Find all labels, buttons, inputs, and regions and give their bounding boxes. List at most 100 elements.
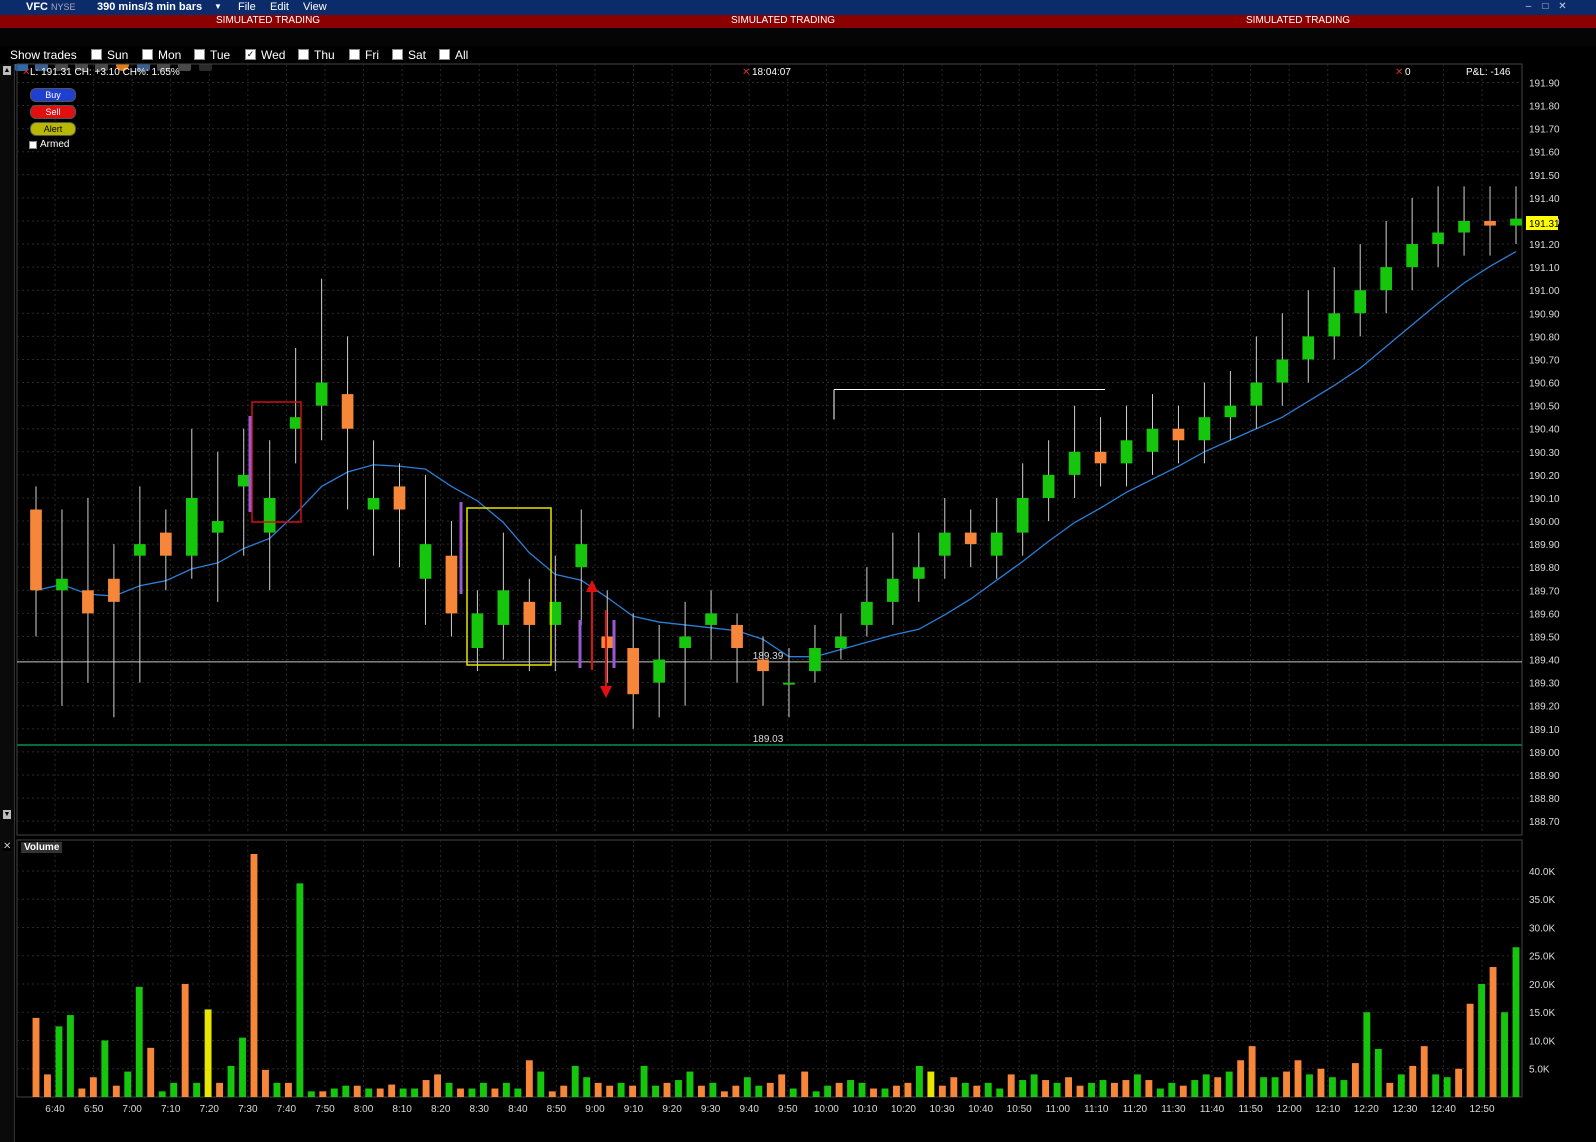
candle-body bbox=[393, 486, 406, 510]
volume-bar bbox=[1363, 1012, 1371, 1097]
volume-bar bbox=[1443, 1077, 1451, 1097]
volume-bar bbox=[250, 854, 258, 1097]
volume-bar bbox=[468, 1088, 476, 1097]
price-tick-label: 191.00 bbox=[1529, 286, 1560, 297]
price-tick-label: 191.40 bbox=[1529, 194, 1560, 205]
last-price-label: 191.31 bbox=[1529, 219, 1560, 230]
time-tick-label: 11:10 bbox=[1084, 1104, 1109, 1115]
time-tick-label: 6:40 bbox=[45, 1104, 65, 1115]
volume-bar bbox=[319, 1091, 327, 1097]
time-tick-label: 12:40 bbox=[1431, 1104, 1456, 1115]
volume-bar bbox=[1202, 1074, 1210, 1097]
price-tick-label: 190.50 bbox=[1529, 402, 1560, 413]
armed-label: Armed bbox=[40, 139, 70, 150]
volume-bar bbox=[1042, 1080, 1050, 1097]
volume-tick-label: 5.0K bbox=[1529, 1065, 1550, 1076]
volume-bar bbox=[583, 1077, 591, 1097]
volume-bar bbox=[514, 1088, 522, 1097]
sell-button[interactable]: Sell bbox=[30, 105, 76, 119]
volume-bar bbox=[1374, 1048, 1382, 1097]
price-tick-label: 190.10 bbox=[1529, 494, 1560, 505]
volume-tick-label: 30.0K bbox=[1529, 923, 1555, 934]
volume-bar bbox=[1007, 1074, 1015, 1097]
volume-bar bbox=[697, 1085, 705, 1097]
candle-body bbox=[1068, 451, 1081, 475]
time-tick-label: 8:20 bbox=[431, 1104, 451, 1115]
volume-bar bbox=[1248, 1046, 1256, 1097]
position-close-icon[interactable]: ✕ bbox=[1395, 67, 1403, 78]
volume-bar bbox=[789, 1088, 797, 1097]
candle-body bbox=[1302, 336, 1315, 360]
volume-bar bbox=[1088, 1082, 1095, 1097]
candle-body bbox=[108, 578, 120, 602]
candle-body bbox=[497, 590, 510, 625]
candle-body bbox=[263, 497, 276, 533]
candle-body bbox=[1016, 497, 1029, 533]
time-tick-label: 12:00 bbox=[1277, 1104, 1302, 1115]
volume-bar bbox=[1432, 1074, 1440, 1097]
candle-body bbox=[523, 601, 536, 625]
candle-body bbox=[1458, 220, 1470, 233]
volume-bar bbox=[1237, 1060, 1245, 1097]
quote-info: L: 191.31 CH: +3.10 CH%: 1.65% bbox=[30, 67, 180, 78]
volume-bar bbox=[938, 1085, 946, 1097]
time-tick-label: 8:00 bbox=[354, 1104, 374, 1115]
volume-bar bbox=[709, 1082, 717, 1097]
time-tick-label: 12:50 bbox=[1469, 1104, 1494, 1115]
price-tick-label: 191.10 bbox=[1529, 263, 1560, 274]
volume-bar bbox=[801, 1071, 809, 1097]
close-x-icon[interactable]: ✕ bbox=[22, 67, 30, 78]
time-tick-label: 7:30 bbox=[238, 1104, 258, 1115]
volume-bar bbox=[135, 986, 143, 1097]
volume-bar bbox=[1283, 1071, 1290, 1097]
candle-body bbox=[1510, 218, 1522, 226]
volume-bar bbox=[1168, 1082, 1176, 1097]
volume-bar bbox=[388, 1084, 396, 1097]
volume-bar bbox=[1397, 1074, 1405, 1097]
volume-bar bbox=[1156, 1088, 1164, 1097]
volume-bar bbox=[55, 1026, 63, 1097]
candle-body bbox=[30, 509, 42, 591]
price-tick-label: 188.70 bbox=[1529, 817, 1560, 828]
volume-bar bbox=[216, 1082, 224, 1097]
volume-bar bbox=[1133, 1074, 1141, 1097]
volume-bar bbox=[617, 1082, 625, 1097]
buy-button[interactable]: Buy bbox=[30, 88, 76, 102]
volume-tick-label: 25.0K bbox=[1529, 952, 1555, 963]
armed-checkbox[interactable] bbox=[29, 141, 37, 149]
volume-bar bbox=[984, 1082, 992, 1097]
volume-bar bbox=[594, 1082, 602, 1097]
volume-bar bbox=[732, 1085, 740, 1097]
price-tick-label: 191.50 bbox=[1529, 171, 1560, 182]
volume-bar bbox=[491, 1088, 499, 1097]
level-label: 189.03 bbox=[753, 734, 784, 745]
volume-bar bbox=[950, 1077, 958, 1097]
time-tick-label: 11:00 bbox=[1046, 1104, 1071, 1115]
volume-bar bbox=[227, 1065, 235, 1097]
volume-bar bbox=[1455, 1068, 1463, 1097]
clock-time: 18:04:07 bbox=[752, 67, 791, 78]
candle-body bbox=[211, 521, 224, 533]
volume-bar bbox=[961, 1082, 969, 1097]
time-tick-label: 7:00 bbox=[122, 1104, 142, 1115]
annotations-layer bbox=[248, 401, 616, 698]
time-tick-label: 9:50 bbox=[778, 1104, 798, 1115]
candle-body bbox=[861, 601, 873, 625]
volume-bar bbox=[101, 1040, 109, 1097]
candle-body bbox=[887, 578, 899, 602]
chart-canvas[interactable]: 191.90 191.80 191.70 191.60 191.50 191.40 191.… bbox=[0, 0, 1596, 1142]
volume-tick-label: 20.0K bbox=[1529, 980, 1555, 991]
time-tick-label: 8:30 bbox=[470, 1104, 490, 1115]
candle-body bbox=[575, 544, 588, 568]
volume-bar bbox=[457, 1088, 464, 1097]
volume-bar bbox=[835, 1082, 843, 1097]
candle-body bbox=[809, 648, 821, 672]
candle-body bbox=[1380, 267, 1393, 291]
volume-bar bbox=[629, 1085, 637, 1097]
pnl-value: P&L: -146 bbox=[1466, 67, 1511, 78]
candle-body bbox=[1146, 428, 1159, 452]
time-close-icon[interactable]: ✕ bbox=[742, 67, 750, 78]
alert-button[interactable]: Alert bbox=[30, 122, 76, 136]
candle-body bbox=[185, 497, 198, 556]
time-tick-label: 9:10 bbox=[624, 1104, 644, 1115]
